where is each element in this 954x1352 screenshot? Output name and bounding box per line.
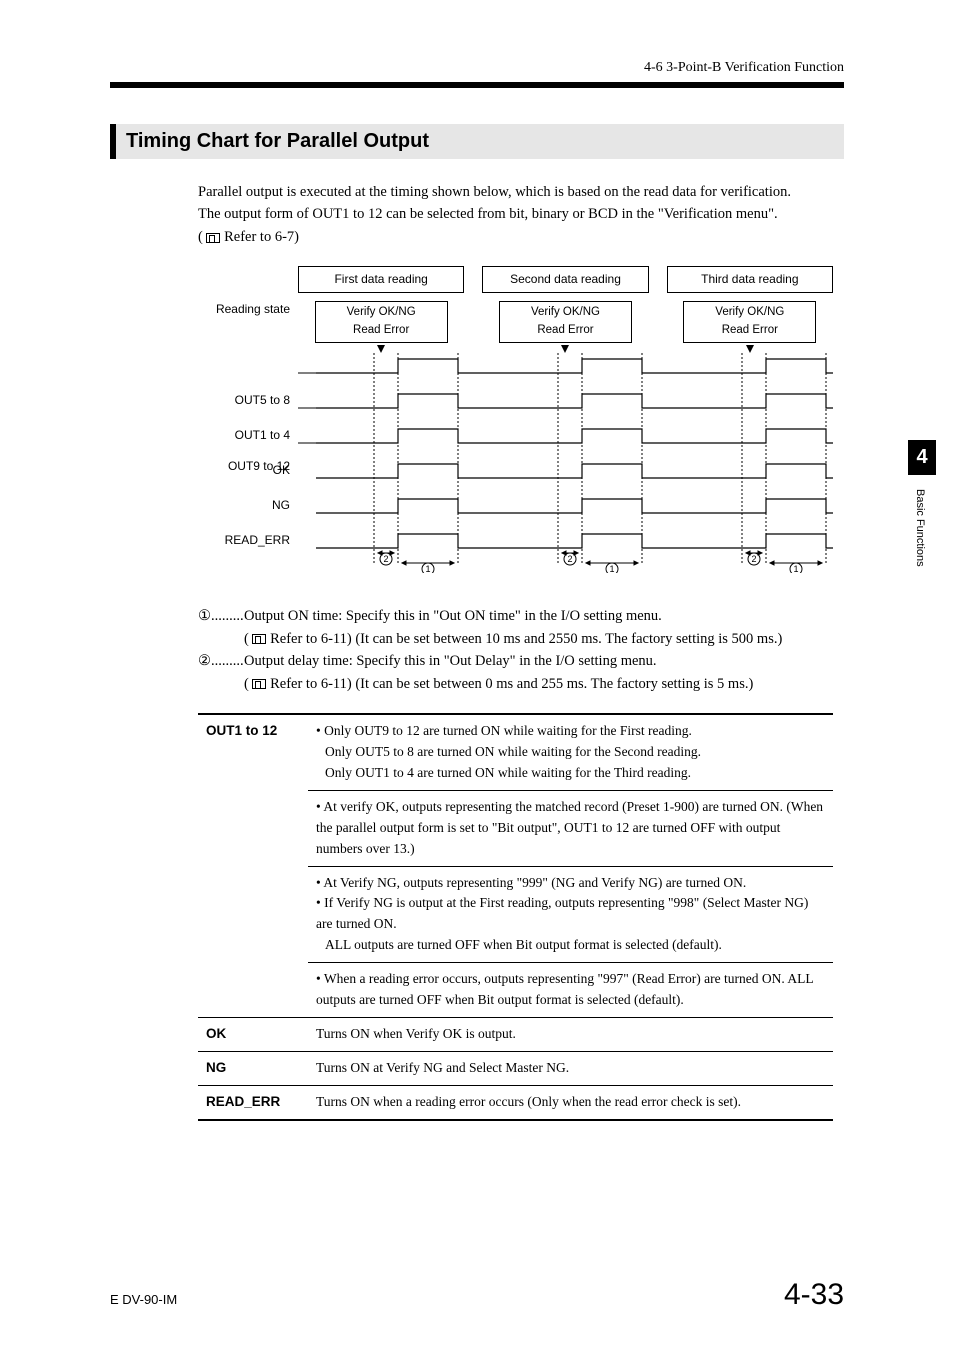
table-cell-line: • At Verify NG, outputs representing "99… (316, 873, 825, 894)
table-cell: • When a reading error occurs, outputs r… (308, 963, 833, 1018)
section-heading: Timing Chart for Parallel Output (110, 124, 844, 159)
chart-row-label: OUT1 to 4 (198, 426, 298, 445)
chart-row-label: OK (198, 461, 298, 480)
table-cell: Turns ON when Verify OK is output. (308, 1018, 833, 1052)
chart-row-label: OUT5 to 8 (198, 391, 298, 410)
doc-id: E DV-90-IM (110, 1292, 177, 1307)
chapter-tab: 4 Basic Functions (908, 440, 936, 567)
table-row: OK Turns ON when Verify OK is output. (198, 1018, 833, 1052)
svg-text:1: 1 (793, 564, 798, 573)
chapter-number: 4 (908, 440, 936, 475)
timing-waveforms: 2 1 2 1 (298, 353, 833, 573)
table-cell-line: • Only OUT9 to 12 are turned ON while wa… (316, 721, 825, 742)
table-key: READ_ERR (198, 1085, 308, 1119)
header-rule (110, 82, 844, 88)
intro-p2: The output form of OUT1 to 12 can be sel… (198, 203, 844, 225)
chart-col-header: First data reading (298, 266, 464, 293)
svg-text:1: 1 (425, 564, 430, 573)
table-cell: • At verify OK, outputs representing the… (308, 790, 833, 866)
table-key: OUT1 to 12 (198, 714, 308, 1018)
table-key: OK (198, 1018, 308, 1052)
intro-p1: Parallel output is executed at the timin… (198, 181, 844, 203)
page-footer: E DV-90-IM 4-33 (110, 1278, 844, 1312)
chart-col-header: Third data reading (667, 266, 833, 293)
reference-icon (252, 634, 266, 644)
timing-chart: Reading state First data reading Second … (198, 266, 833, 595)
reference-icon (206, 233, 220, 243)
svg-text:2: 2 (567, 554, 572, 564)
table-cell-line: ALL outputs are turned OFF when Bit outp… (316, 935, 825, 956)
table-row: OUT1 to 12 • Only OUT9 to 12 are turned … (198, 714, 833, 790)
arrow-down-icon (377, 345, 385, 353)
table-cell-line: • If Verify NG is output at the First re… (316, 893, 825, 935)
table-cell: Turns ON when a reading error occurs (On… (308, 1085, 833, 1119)
chart-col-header: Second data reading (482, 266, 648, 293)
section-title: Timing Chart for Parallel Output (126, 130, 834, 153)
arrow-down-icon (561, 345, 569, 353)
signal-table: OUT1 to 12 • Only OUT9 to 12 are turned … (198, 713, 833, 1121)
reference-icon (252, 679, 266, 689)
intro-ref: ( Refer to 6-7) (198, 226, 844, 248)
table-cell-line: Only OUT1 to 4 are turned ON while waiti… (316, 763, 825, 784)
svg-text:2: 2 (383, 554, 388, 564)
chart-notes: ①.........Output ON time: Specify this i… (198, 605, 844, 695)
page-number: 4-33 (784, 1278, 844, 1312)
svg-text:1: 1 (609, 564, 614, 573)
table-key: NG (198, 1051, 308, 1085)
table-cell-line: Only OUT5 to 8 are turned ON while waiti… (316, 742, 825, 763)
table-row: NG Turns ON at Verify NG and Select Mast… (198, 1051, 833, 1085)
arrow-down-icon (746, 345, 754, 353)
table-cell: Turns ON at Verify NG and Select Master … (308, 1051, 833, 1085)
chapter-label: Basic Functions (914, 489, 926, 567)
chart-row-label: READ_ERR (198, 531, 298, 550)
chart-row-label: Reading state (198, 300, 298, 319)
chart-row-label: NG (198, 496, 298, 515)
svg-text:2: 2 (751, 554, 756, 564)
table-row: READ_ERR Turns ON when a reading error o… (198, 1085, 833, 1119)
breadcrumb: 4-6 3-Point-B Verification Function (110, 60, 844, 76)
